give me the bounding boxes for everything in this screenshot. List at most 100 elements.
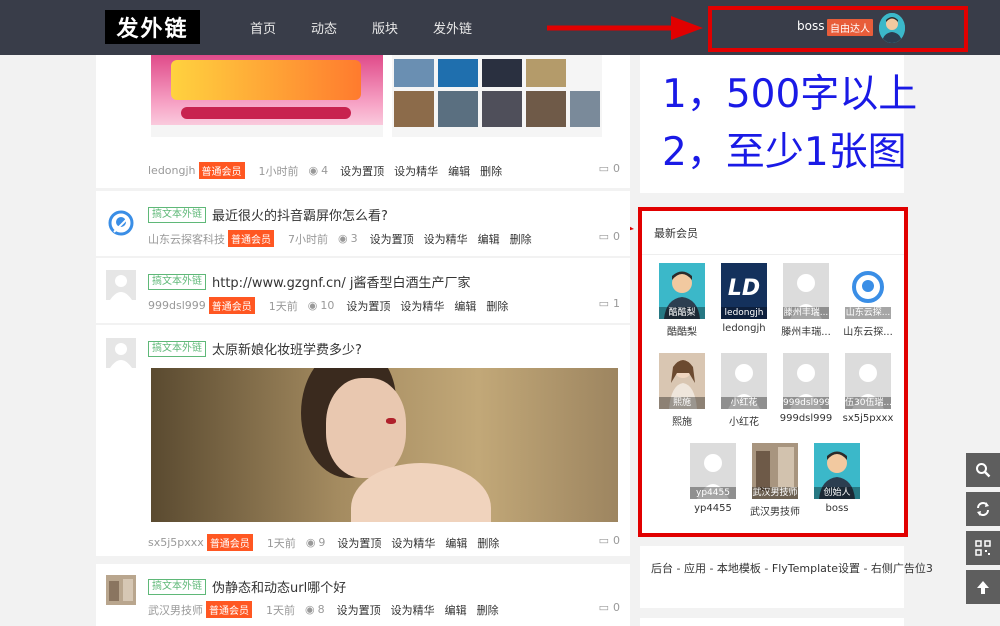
post-author[interactable]: sx5j5pxxx (148, 536, 204, 549)
member-item[interactable]: 山东云探... 山东云探... (836, 263, 900, 338)
header-username[interactable]: boss (797, 19, 824, 33)
post-image-promo[interactable] (151, 55, 383, 137)
post-time: 1天前 (268, 299, 298, 313)
site-logo[interactable]: 发外链 (105, 10, 200, 44)
post-avatar[interactable] (106, 575, 136, 605)
member-item[interactable]: 滕州丰瑞... 滕州丰瑞... (774, 263, 838, 338)
post-title[interactable]: http://www.gzgnf.cn/ j酱香型白酒生产厂家 (212, 272, 471, 291)
set-top-button[interactable]: 设为置顶 (337, 535, 381, 551)
member-item[interactable]: 伍30伍瑞... sx5j5pxxx (836, 353, 900, 424)
fixed-toolbar (966, 453, 1000, 609)
member-item[interactable]: LD ledongjh ledongjh (712, 263, 776, 334)
member-avatar: 小红花 (721, 353, 767, 409)
ad-slot-text[interactable]: 后台 - 应用 - 本地模板 - FlyTemplate设置 - 右侧广告位3 (651, 560, 933, 576)
post-title-row: 搞文本外链 http://www.gzgnf.cn/ j酱香型白酒生产厂家 (148, 272, 471, 291)
set-top-button[interactable]: 设为置顶 (340, 163, 384, 179)
member-item[interactable]: 武汉男技师 武汉男技师 (743, 443, 807, 518)
category-tag[interactable]: 搞文本外链 (148, 206, 206, 223)
nav-post-link[interactable]: 发外链 (433, 18, 472, 37)
member-item[interactable]: 酷酷梨 酷酷梨 (650, 263, 714, 338)
post-avatar[interactable] (106, 270, 136, 300)
post-author[interactable]: 山东云探客科技 (148, 231, 225, 247)
post-views: ◉ 3 (338, 232, 358, 245)
set-top-button[interactable]: 设为置顶 (337, 602, 381, 618)
eye-icon: ◉ (305, 603, 315, 616)
category-tag[interactable]: 搞文本外链 (148, 340, 206, 357)
member-item[interactable]: 999dsl999 999dsl999 (774, 353, 838, 424)
svg-text:LD: LD (728, 276, 760, 301)
member-item[interactable]: yp4455 yp4455 (681, 443, 745, 514)
nav-home[interactable]: 首页 (250, 18, 276, 37)
post-meta: 山东云探客科技 普通会员 7小时前 ◉ 3 设为置顶 设为精华 编辑 删除 (148, 230, 542, 247)
default-avatar-icon (110, 343, 132, 368)
post-meta: ledongjh 普通会员 1小时前 ◉ 4 设为置顶 设为精华 编辑 删除 (148, 162, 512, 179)
set-featured-button[interactable]: 设为精华 (391, 602, 435, 618)
post-author[interactable]: 999dsl999 (148, 299, 206, 312)
delete-button[interactable]: 删除 (510, 231, 532, 247)
eye-icon: ◉ (308, 164, 319, 177)
notice-line: 2，至少1张图 (662, 130, 907, 175)
set-featured-button[interactable]: 设为精华 (394, 163, 438, 179)
edit-button[interactable]: 编辑 (445, 535, 467, 551)
back-to-top-button[interactable] (966, 570, 1000, 604)
comment-icon: ▭ (598, 162, 609, 175)
delete-button[interactable]: 删除 (477, 535, 499, 551)
member-item[interactable]: 熙施 熙施 (650, 353, 714, 428)
comment-count[interactable]: ▭ 0 (599, 601, 620, 614)
post-avatar[interactable] (106, 208, 136, 238)
post-views: ◉ 8 (305, 603, 325, 616)
post-item: 搞文本外链 http://www.gzgnf.cn/ j酱香型白酒生产厂家 99… (96, 258, 630, 323)
set-top-button[interactable]: 设为置顶 (370, 231, 414, 247)
header-avatar[interactable] (879, 13, 905, 43)
post-title[interactable]: 伪静态和动态url哪个好 (212, 577, 346, 596)
post-title[interactable]: 太原新娘化妆班学费多少? (212, 339, 362, 358)
member-item[interactable]: 创始人 boss (805, 443, 869, 514)
main-nav: 首页 动态 版块 发外链 (250, 0, 507, 55)
member-item[interactable]: 小红花 小红花 (712, 353, 776, 428)
post-avatar[interactable] (106, 338, 136, 368)
nav-sections[interactable]: 版块 (372, 18, 398, 37)
comment-count[interactable]: ▭ 0 (599, 534, 620, 547)
nav-activity[interactable]: 动态 (311, 18, 337, 37)
set-featured-button[interactable]: 设为精华 (391, 535, 435, 551)
comment-count[interactable]: ▭ 0 (599, 162, 620, 175)
member-avatar: 武汉男技师 (752, 443, 798, 499)
post-title-row: 搞文本外链 太原新娘化妆班学费多少? (148, 339, 362, 358)
edit-button[interactable]: 编辑 (478, 231, 500, 247)
comment-icon: ▭ (598, 601, 609, 614)
search-button[interactable] (966, 453, 1000, 487)
set-featured-button[interactable]: 设为精华 (424, 231, 468, 247)
member-badge: 普通会员 (206, 534, 253, 551)
member-badge: 普通会员 (208, 297, 255, 314)
member-avatar: 熙施 (659, 353, 705, 409)
edit-button[interactable]: 编辑 (445, 602, 467, 618)
comment-count[interactable]: ▭ 1 (599, 297, 620, 310)
delete-button[interactable]: 删除 (477, 602, 499, 618)
post-time: 1天前 (266, 536, 296, 550)
category-tag[interactable]: 搞文本外链 (148, 578, 206, 595)
post-image-grid[interactable] (392, 55, 602, 137)
category-tag[interactable]: 搞文本外链 (148, 273, 206, 290)
comment-count[interactable]: ▭ 0 (599, 230, 620, 243)
post-meta: sx5j5pxxx 普通会员 1天前 ◉ 9 设为置顶 设为精华 编辑 删除 (148, 534, 509, 551)
user-avatar-icon (879, 13, 905, 43)
post-time: 1小时前 (258, 164, 299, 178)
post-author[interactable]: ledongjh (148, 164, 196, 177)
post-image-portrait[interactable] (151, 368, 618, 522)
post-time: 7小时前 (288, 232, 328, 246)
post-title[interactable]: 最近很火的抖音霸屏你怎么看? (212, 205, 388, 224)
post-meta: 999dsl999 普通会员 1天前 ◉ 10 设为置顶 设为精华 编辑 删除 (148, 297, 518, 314)
set-top-button[interactable]: 设为置顶 (346, 298, 390, 314)
post-author[interactable]: 武汉男技师 (148, 602, 203, 618)
edit-button[interactable]: 编辑 (448, 163, 470, 179)
member-avatar: LD ledongjh (721, 263, 767, 319)
member-avatar: 酷酷梨 (659, 263, 705, 319)
refresh-button[interactable] (966, 492, 1000, 526)
member-avatar: 伍30伍瑞... (845, 353, 891, 409)
edit-button[interactable]: 编辑 (454, 298, 476, 314)
comment-icon: ▭ (598, 534, 609, 547)
delete-button[interactable]: 删除 (486, 298, 508, 314)
delete-button[interactable]: 删除 (480, 163, 502, 179)
set-featured-button[interactable]: 设为精华 (400, 298, 444, 314)
qrcode-button[interactable] (966, 531, 1000, 565)
